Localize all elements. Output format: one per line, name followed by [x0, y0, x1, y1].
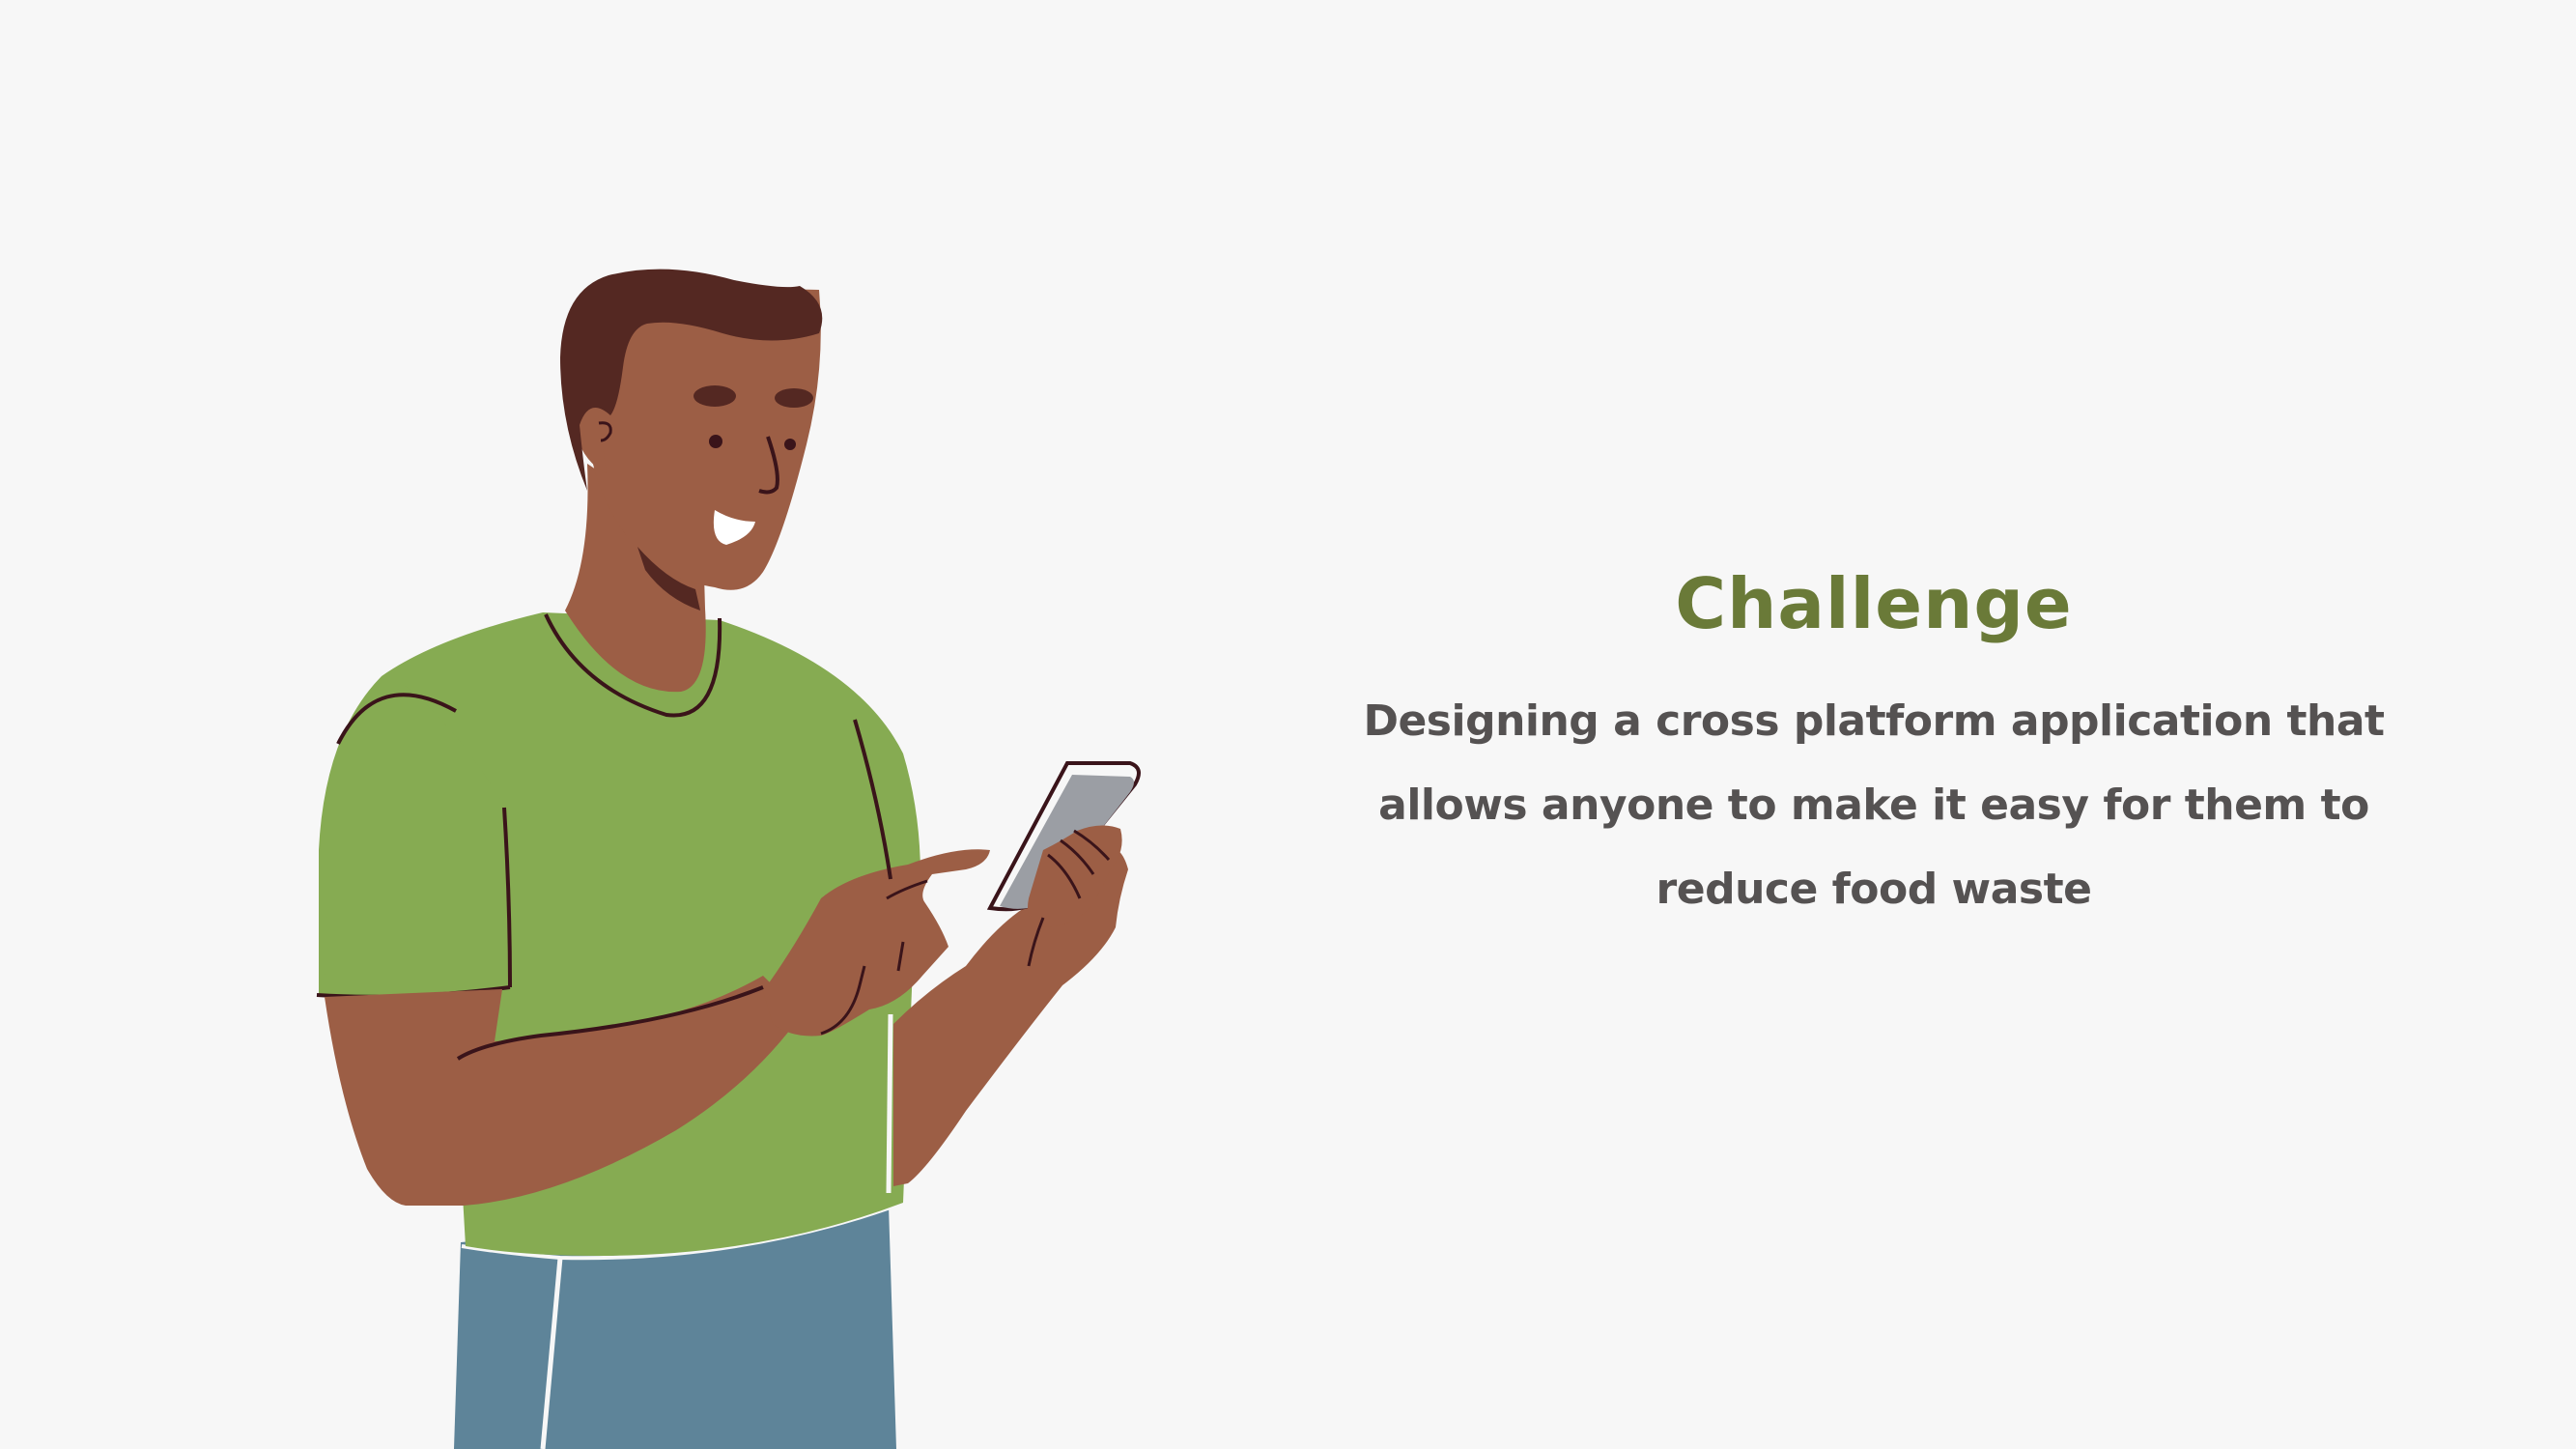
right-eye: [784, 439, 796, 450]
left-eyebrow: [694, 385, 736, 407]
arm-edge-line: [886, 1013, 893, 1194]
person-using-phone-illustration: [0, 0, 1352, 1449]
section-description: Designing a cross platform application t…: [1333, 679, 2415, 931]
section-heading: Challenge: [1675, 563, 2073, 644]
description-line-2: allows anyone to make it easy for them t…: [1378, 781, 2369, 830]
right-eyebrow: [775, 388, 813, 408]
challenge-section: Challenge Designing a cross platform app…: [1333, 546, 2415, 931]
person-using-phone-icon: [316, 269, 1141, 1449]
left-eye: [709, 435, 722, 448]
description-line-3: reduce food waste: [1656, 865, 2092, 914]
description-line-1: Designing a cross platform application t…: [1363, 696, 2385, 746]
